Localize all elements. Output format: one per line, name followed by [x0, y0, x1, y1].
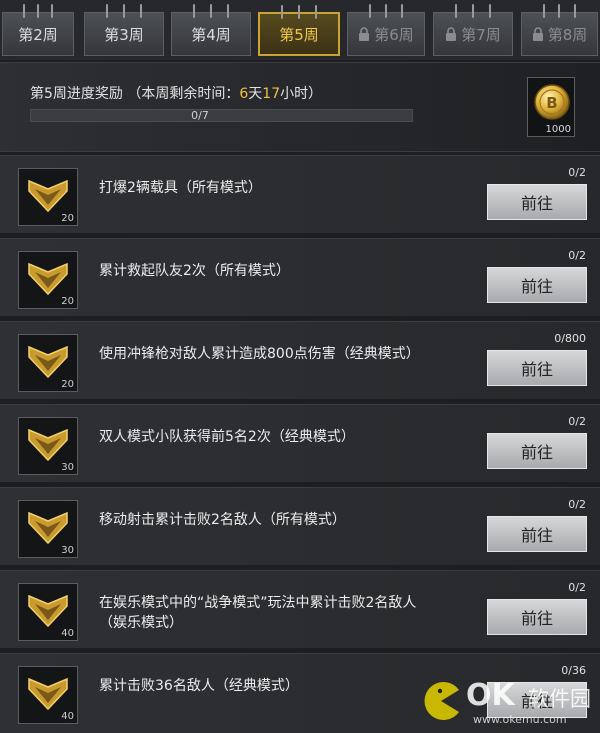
chevron-rank-icon [28, 262, 68, 296]
task-icon-box: 20 [18, 251, 78, 309]
tab-week-5[interactable]: 第5周 [258, 5, 340, 56]
task-description: 打爆2辆载具（所有模式） [99, 180, 262, 196]
task-level: 30 [61, 545, 74, 556]
tab-label: 第6周 [374, 25, 414, 44]
reward-title-prefix: 第5周进度奖励 （本周剩余时间： [30, 86, 240, 102]
task-progress: 0/2 [568, 498, 586, 511]
task-icon-box: 20 [18, 168, 78, 226]
task-description: 累计击败36名敌人（经典模式） [99, 678, 299, 694]
svg-text:B: B [546, 94, 557, 112]
coin-icon: B [534, 84, 570, 120]
tab-rings [348, 4, 424, 18]
remaining-hours: 17 [262, 86, 281, 102]
day-unit: 天 [248, 86, 263, 102]
go-button[interactable]: 前往 [487, 267, 587, 303]
watermark-main: OK [466, 678, 515, 713]
go-button[interactable]: 前往 [487, 433, 587, 469]
task-level: 40 [61, 711, 74, 722]
lock-icon [359, 27, 370, 41]
chevron-rank-icon [28, 594, 68, 628]
task-progress: 0/800 [554, 332, 586, 345]
tab-week-7[interactable]: 第7周 [433, 4, 513, 56]
task-icon-box: 40 [18, 666, 78, 724]
task-description: 双人模式小队获得前5名2次（经典模式） [99, 429, 355, 445]
task-icon-box: 30 [18, 500, 78, 558]
pacman-logo-icon [424, 682, 459, 720]
hour-unit: 小时） [280, 86, 323, 102]
chevron-rank-icon [28, 677, 68, 711]
chevron-rank-icon [28, 511, 68, 545]
task-description: 累计救起队友2次（所有模式） [99, 263, 290, 279]
task-row: 20 累计救起队友2次（所有模式） 0/2 前往 [0, 238, 600, 316]
task-level: 20 [61, 213, 74, 224]
lock-icon [446, 27, 457, 41]
tab-label: 第5周 [279, 25, 319, 44]
task-row: 30 移动射击累计击败2名敌人（所有模式） 0/2 前往 [0, 487, 600, 565]
week-tabs: 第2周 第3周 第4周 第5周 第6周 第7周 第8周 [0, 0, 600, 60]
chevron-rank-icon [28, 179, 68, 213]
tab-label: 第7周 [461, 25, 501, 44]
task-row: 20 打爆2辆载具（所有模式） 0/2 前往 [0, 155, 600, 233]
tab-rings [172, 4, 250, 18]
task-level: 20 [61, 379, 74, 390]
chevron-rank-icon [28, 345, 68, 379]
task-description: 使用冲锋枪对敌人累计造成800点伤害（经典模式） [99, 346, 420, 362]
go-button[interactable]: 前往 [487, 516, 587, 552]
task-level: 40 [61, 628, 74, 639]
tab-label: 第8周 [547, 25, 588, 44]
tab-rings [522, 4, 597, 18]
tab-label: 第4周 [191, 25, 231, 44]
go-button[interactable]: 前往 [487, 350, 587, 386]
task-progress: 0/2 [568, 415, 586, 428]
task-row: 30 双人模式小队获得前5名2次（经典模式） 0/2 前往 [0, 404, 600, 482]
task-progress: 0/2 [568, 249, 586, 262]
chevron-rank-icon [28, 428, 68, 462]
watermark-cn: 软件园 [528, 687, 591, 711]
task-progress: 0/2 [568, 166, 586, 179]
watermark-url: www.okemu.com [473, 713, 567, 726]
tab-week-2[interactable]: 第2周 [2, 4, 74, 56]
tab-week-6[interactable]: 第6周 [347, 4, 425, 56]
reward-title: 第5周进度奖励 （本周剩余时间：6天17小时） [30, 83, 322, 103]
task-row: 20 使用冲锋枪对敌人累计造成800点伤害（经典模式） 0/800 前往 [0, 321, 600, 399]
lock-icon [532, 27, 543, 41]
tab-rings [85, 4, 163, 18]
coin-amount: 1000 [545, 124, 571, 135]
go-button[interactable]: 前往 [487, 599, 587, 635]
progress-text: 0/7 [191, 109, 209, 122]
remaining-days: 6 [239, 86, 249, 102]
tab-rings [3, 4, 73, 18]
task-row: 40 在娱乐模式中的“战争模式”玩法中累计击败2名敌人（娱乐模式） 0/2 前往 [0, 570, 600, 648]
task-level: 20 [61, 296, 74, 307]
task-level: 30 [61, 462, 74, 473]
watermark: OK 软件园 www.okemu.com [418, 676, 600, 733]
task-description: 在娱乐模式中的“战争模式”玩法中累计击败2名敌人（娱乐模式） [99, 595, 417, 631]
task-description: 移动射击累计击败2名敌人（所有模式） [99, 512, 346, 528]
tab-label: 第2周 [18, 25, 58, 44]
tab-week-8[interactable]: 第8周 [521, 4, 598, 56]
task-icon-box: 30 [18, 417, 78, 475]
go-button[interactable]: 前往 [487, 184, 587, 220]
tab-rings [260, 5, 338, 19]
tab-week-4[interactable]: 第4周 [171, 4, 251, 56]
progress-reward-panel: 第5周进度奖励 （本周剩余时间：6天17小时） 0/7 B 1000 [0, 62, 600, 152]
task-icon-box: 20 [18, 334, 78, 392]
tab-label: 第3周 [104, 25, 144, 44]
task-icon-box: 40 [18, 583, 78, 641]
tab-week-3[interactable]: 第3周 [84, 4, 164, 56]
task-progress: 0/2 [568, 581, 586, 594]
reward-item[interactable]: B 1000 [527, 77, 575, 137]
tab-rings [434, 4, 512, 18]
progress-bar [30, 109, 413, 122]
